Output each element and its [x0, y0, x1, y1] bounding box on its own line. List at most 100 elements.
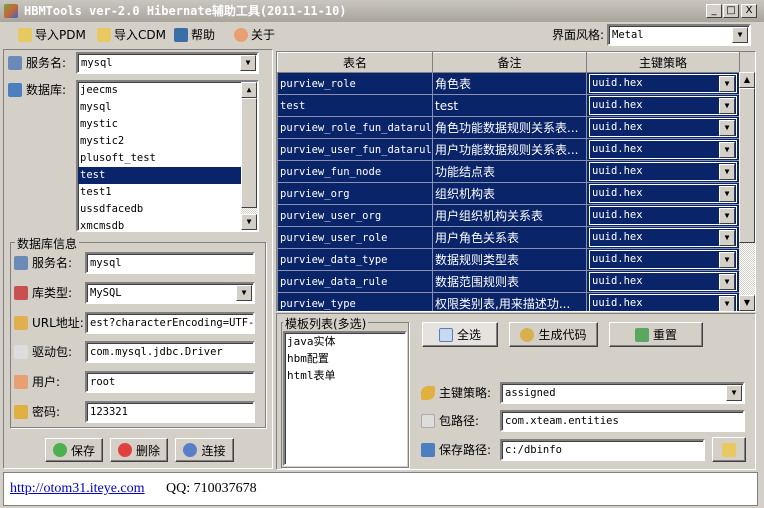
reset-button[interactable]: 重置	[609, 322, 703, 347]
user-info-input[interactable]: root	[85, 371, 255, 394]
maximize-button[interactable]: □	[723, 4, 739, 18]
select-all-button[interactable]: 全选	[422, 322, 498, 347]
generate-code-button[interactable]: 生成代码	[509, 322, 598, 347]
database-list[interactable]: jeecms mysql mystic mystic2 plusoft_test test…	[76, 80, 259, 232]
pk-select[interactable]: uuid.hex ▼	[589, 162, 737, 181]
chevron-down-icon[interactable]: ▼	[719, 76, 735, 92]
scroll-down-icon[interactable]: ▼	[241, 214, 257, 230]
scroll-thumb[interactable]	[241, 98, 257, 208]
database-item[interactable]: plusoft_test	[78, 150, 241, 167]
database-item[interactable]: ussdfacedb	[78, 201, 241, 218]
table-name-cell[interactable]: purview_data_rule	[277, 270, 433, 293]
table-name-cell[interactable]: purview_role	[277, 72, 433, 95]
comment-cell[interactable]: 用户功能数据规则关系表...	[432, 138, 587, 161]
table-name-cell[interactable]: purview_type	[277, 292, 433, 311]
pk-select[interactable]: uuid.hex ▼	[589, 74, 737, 93]
comment-cell[interactable]: 权限类别表,用来描述功...	[432, 292, 587, 311]
column-header-table-name[interactable]: 表名	[277, 52, 433, 73]
table-row[interactable]: purview_data_type 数据规则类型表 uuid.hex ▼	[277, 248, 740, 271]
type-info-select[interactable]: MySQL ▼	[85, 281, 255, 304]
chevron-down-icon[interactable]: ▼	[719, 252, 735, 268]
list-item[interactable]: hbm配置	[285, 350, 405, 367]
chevron-down-icon[interactable]: ▼	[719, 186, 735, 202]
minimize-button[interactable]: _	[706, 4, 722, 18]
browse-folder-button[interactable]	[712, 437, 746, 462]
pk-cell[interactable]: uuid.hex ▼	[586, 270, 740, 293]
table-row[interactable]: purview_fun_node 功能结点表 uuid.hex ▼	[277, 160, 740, 183]
column-header-pk-strategy[interactable]: 主键策略	[586, 52, 740, 73]
about-button[interactable]: 关于	[234, 25, 275, 45]
database-item[interactable]: xmcmsdb	[78, 218, 241, 230]
website-link[interactable]: http://otom31.iteye.com	[10, 481, 145, 497]
pk-select[interactable]: uuid.hex ▼	[589, 118, 737, 137]
url-info-input[interactable]: est?characterEncoding=UTF-8	[85, 311, 255, 334]
database-item[interactable]: mystic	[78, 116, 241, 133]
package-input[interactable]: com.xteam.entities	[500, 410, 745, 432]
database-item[interactable]: mysql	[78, 99, 241, 116]
pk-cell[interactable]: uuid.hex ▼	[586, 138, 740, 161]
pk-select[interactable]: uuid.hex ▼	[589, 184, 737, 203]
pk-select[interactable]: uuid.hex ▼	[589, 250, 737, 269]
scroll-down-icon[interactable]: ▼	[739, 295, 755, 311]
pk-select[interactable]: uuid.hex ▼	[589, 140, 737, 159]
pk-select[interactable]: uuid.hex ▼	[589, 206, 737, 225]
chevron-down-icon[interactable]: ▼	[719, 120, 735, 136]
database-item[interactable]: jeecms	[78, 82, 241, 99]
chevron-down-icon[interactable]: ▼	[719, 296, 735, 311]
connect-button[interactable]: 连接	[175, 438, 234, 462]
scroll-thumb[interactable]	[739, 88, 755, 243]
table-row[interactable]: purview_role 角色表 uuid.hex ▼	[277, 72, 740, 95]
save-path-input[interactable]: c:/dbinfo	[500, 439, 705, 461]
database-item[interactable]: mystic2	[78, 133, 241, 150]
table-name-cell[interactable]: purview_user_org	[277, 204, 433, 227]
table-row[interactable]: purview_type 权限类别表,用来描述功... uuid.hex ▼	[277, 292, 740, 311]
column-header-comment[interactable]: 备注	[432, 52, 587, 73]
pk-select[interactable]: uuid.hex ▼	[589, 272, 737, 291]
comment-cell[interactable]: 用户角色关系表	[432, 226, 587, 249]
pk-select[interactable]: assigned ▼	[500, 382, 745, 404]
chevron-down-icon[interactable]: ▼	[719, 98, 735, 114]
pk-cell[interactable]: uuid.hex ▼	[586, 94, 740, 117]
save-button[interactable]: 保存	[45, 438, 103, 462]
pk-select[interactable]: uuid.hex ▼	[589, 96, 737, 115]
comment-cell[interactable]: 数据范围规则表	[432, 270, 587, 293]
driver-info-input[interactable]: com.mysql.jdbc.Driver	[85, 341, 255, 364]
scroll-up-icon[interactable]: ▲	[739, 72, 755, 88]
table-name-cell[interactable]: purview_user_fun_datarule	[277, 138, 433, 161]
table-name-cell[interactable]: purview_user_role	[277, 226, 433, 249]
pk-cell[interactable]: uuid.hex ▼	[586, 160, 740, 183]
list-item[interactable]: java实体	[285, 333, 405, 350]
table-row[interactable]: purview_user_fun_datarule 用户功能数据规则关系表... u…	[277, 138, 740, 161]
table-row[interactable]: test test uuid.hex ▼	[277, 94, 740, 117]
table-row[interactable]: purview_data_rule 数据范围规则表 uuid.hex ▼	[277, 270, 740, 293]
database-item[interactable]: test1	[78, 184, 241, 201]
template-list[interactable]: java实体 hbm配置 html表单	[283, 331, 407, 466]
delete-button[interactable]: 删除	[110, 438, 168, 462]
chevron-down-icon[interactable]: ▼	[719, 230, 735, 246]
database-list-scrollbar[interactable]: ▲ ▼	[241, 82, 257, 230]
chevron-down-icon[interactable]: ▼	[240, 55, 256, 71]
pk-select[interactable]: uuid.hex ▼	[589, 228, 737, 247]
comment-cell[interactable]: 数据规则类型表	[432, 248, 587, 271]
style-select[interactable]: Metal ▼	[607, 24, 751, 46]
chevron-down-icon[interactable]: ▼	[719, 164, 735, 180]
pk-cell[interactable]: uuid.hex ▼	[586, 248, 740, 271]
table-row[interactable]: purview_org 组织机构表 uuid.hex ▼	[277, 182, 740, 205]
database-item[interactable]: test	[78, 167, 241, 184]
pk-cell[interactable]: uuid.hex ▼	[586, 204, 740, 227]
comment-cell[interactable]: 组织机构表	[432, 182, 587, 205]
password-info-input[interactable]: 123321	[85, 401, 255, 423]
table-row[interactable]: purview_user_org 用户组织机构关系表 uuid.hex ▼	[277, 204, 740, 227]
table-scrollbar[interactable]: ▲ ▼	[739, 72, 755, 311]
comment-cell[interactable]: 角色功能数据规则关系表...	[432, 116, 587, 139]
chevron-down-icon[interactable]: ▼	[236, 284, 252, 301]
comment-cell[interactable]: test	[432, 94, 587, 117]
service-info-input[interactable]: mysql	[85, 252, 255, 274]
pk-select[interactable]: uuid.hex ▼	[589, 294, 737, 311]
import-cdm-button[interactable]: 导入CDM	[97, 25, 166, 45]
pk-cell[interactable]: uuid.hex ▼	[586, 72, 740, 95]
chevron-down-icon[interactable]: ▼	[726, 385, 742, 401]
service-select[interactable]: mysql ▼	[76, 52, 259, 74]
table-row[interactable]: purview_user_role 用户角色关系表 uuid.hex ▼	[277, 226, 740, 249]
table-name-cell[interactable]: purview_org	[277, 182, 433, 205]
